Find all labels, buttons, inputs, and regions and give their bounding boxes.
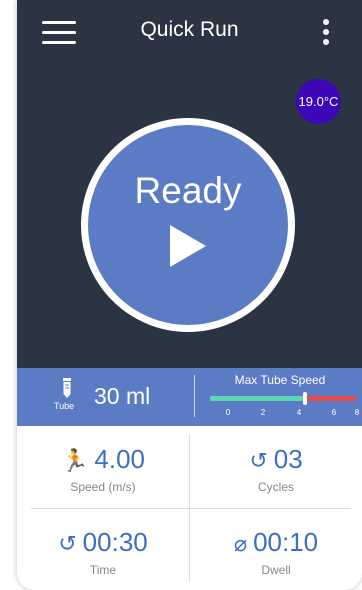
max-speed-label: Max Tube Speed [234, 373, 326, 387]
cycles-value: 03 [273, 444, 303, 474]
cycles-cell[interactable]: ↺ 03 Cycles [190, 426, 362, 508]
status-text: Ready [134, 170, 242, 211]
time-cell[interactable]: ↺ 00:30 Time [17, 509, 189, 590]
runner-icon: 🏃 [60, 448, 89, 473]
speed-label: Speed (m/s) [70, 480, 136, 494]
slider-danger-range [305, 396, 356, 401]
cycles-label: Cycles [257, 480, 294, 494]
temperature-badge: 19.0°C [296, 79, 341, 124]
time-value: 00:30 [82, 527, 148, 557]
scale-tick: 0 [225, 408, 231, 417]
time-value-row: ↺ 00:30 [17, 527, 189, 558]
start-run-button[interactable]: Ready [81, 118, 295, 332]
slider-thumb[interactable] [303, 392, 307, 405]
volume-value[interactable]: 30 ml [94, 383, 150, 410]
scale-tick: 2 [260, 408, 266, 417]
speed-value-row: 🏃 4.00 [17, 444, 189, 475]
tube-label: Tube [54, 401, 75, 411]
kebab-icon[interactable] [318, 16, 334, 48]
app-screen: Quick Run 19.0°C Ready Tube 30 ml Max Tu… [17, 0, 362, 590]
tube-info-bar: Tube 30 ml Max Tube Speed 0 2 4 6 8 [17, 368, 362, 426]
grid-divider-vertical [189, 434, 190, 582]
scale-tick: 4 [296, 408, 302, 417]
dwell-value-row: ⌀ 00:10 [190, 527, 362, 558]
cycles-value-row: ↺ 03 [190, 444, 362, 475]
stats-grid: 🏃 4.00 Speed (m/s) ↺ 03 Cycles ↺ 00:30 Time… [17, 426, 362, 590]
time-label: Time [89, 563, 117, 577]
page-title: Quick Run [140, 18, 239, 41]
play-icon [170, 225, 206, 267]
grid-divider-horizontal [31, 508, 351, 509]
divider [194, 375, 195, 417]
dwell-value: 00:10 [253, 527, 319, 557]
dwell-label: Dwell [261, 563, 291, 577]
tube-icon [58, 377, 76, 421]
top-panel: Quick Run 19.0°C Ready [17, 0, 362, 368]
speed-value: 4.00 [94, 444, 145, 474]
scale-tick: 6 [331, 408, 337, 417]
max-speed-slider[interactable] [210, 392, 356, 405]
speed-cell[interactable]: 🏃 4.00 Speed (m/s) [17, 426, 189, 508]
dwell-cell[interactable]: ⌀ 00:10 Dwell [190, 509, 362, 590]
repeat-icon: ↺ [58, 531, 77, 556]
slider-safe-range [210, 396, 305, 401]
stopwatch-icon: ⌀ [233, 531, 248, 556]
repeat-icon: ↺ [249, 448, 268, 473]
scale-tick: 8 [354, 408, 360, 417]
